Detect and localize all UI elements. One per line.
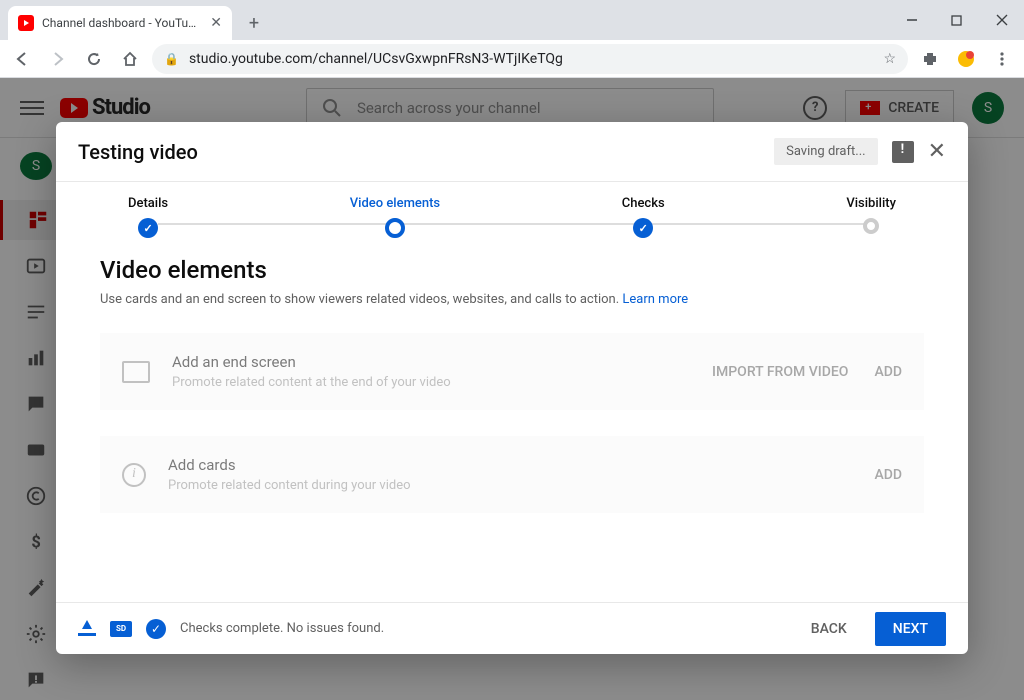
cards-title: Add cards [168, 456, 852, 474]
extensions-icon[interactable] [916, 45, 944, 73]
modal-close-button[interactable]: ✕ [928, 139, 946, 164]
nav-forward-button[interactable] [44, 45, 72, 73]
step-video-elements[interactable]: Video elements [350, 196, 440, 238]
upload-modal: Testing video Saving draft... ✕ Details … [56, 122, 968, 654]
nav-back-button[interactable] [8, 45, 36, 73]
step-details[interactable]: Details [128, 196, 168, 238]
section-heading: Video elements [100, 256, 924, 284]
browser-toolbar: 🔒 studio.youtube.com/channel/UCsvGxwpnFR… [0, 40, 1024, 78]
next-button[interactable]: NEXT [875, 612, 946, 646]
youtube-favicon-icon [18, 15, 34, 31]
modal-body: Video elements Use cards and an end scre… [56, 238, 968, 602]
new-tab-button[interactable]: + [240, 9, 268, 37]
window-maximize-button[interactable] [934, 0, 979, 40]
section-subtext: Use cards and an end screen to show view… [100, 292, 924, 307]
import-from-video-button[interactable]: IMPORT FROM VIDEO [712, 364, 848, 380]
feedback-icon[interactable] [892, 141, 914, 163]
step-checks-indicator-icon [633, 218, 653, 238]
end-screen-sub: Promote related content at the end of yo… [172, 375, 690, 390]
end-screen-card: Add an end screen Promote related conten… [100, 333, 924, 410]
stepper-track [158, 223, 866, 225]
modal-footer: SD ✓ Checks complete. No issues found. B… [56, 602, 968, 654]
step-video-elements-indicator-icon [385, 218, 405, 238]
saving-status: Saving draft... [774, 138, 877, 165]
step-details-indicator-icon [138, 218, 158, 238]
checks-status-icon: ✓ [146, 619, 166, 639]
info-icon [122, 463, 146, 487]
step-visibility[interactable]: Visibility [846, 196, 896, 234]
end-screen-title: Add an end screen [172, 353, 690, 371]
end-screen-add-button[interactable]: ADD [874, 364, 902, 380]
modal-title: Testing video [78, 140, 198, 164]
step-checks[interactable]: Checks [622, 196, 665, 238]
step-video-elements-label: Video elements [350, 196, 440, 211]
step-visibility-label: Visibility [846, 196, 896, 211]
window-close-button[interactable] [979, 0, 1024, 40]
hd-status-icon: SD [110, 621, 132, 637]
footer-status-text: Checks complete. No issues found. [180, 621, 384, 636]
cards-sub: Promote related content during your vide… [168, 478, 852, 493]
end-screen-icon [122, 361, 150, 383]
bookmark-star-icon[interactable]: ☆ [883, 51, 896, 67]
url-text: studio.youtube.com/channel/UCsvGxwpnFRsN… [189, 51, 563, 67]
step-details-label: Details [128, 196, 168, 211]
extension-badge-icon[interactable] [952, 45, 980, 73]
tab-close-icon[interactable]: ✕ [210, 15, 222, 31]
browser-menu-icon[interactable] [988, 45, 1016, 73]
browser-tab[interactable]: Channel dashboard - YouTube St ✕ [8, 6, 232, 40]
cards-card: Add cards Promote related content during… [100, 436, 924, 513]
step-checks-label: Checks [622, 196, 665, 211]
window-minimize-button[interactable] [889, 0, 934, 40]
tab-title: Channel dashboard - YouTube St [42, 16, 202, 30]
cards-add-button[interactable]: ADD [874, 467, 902, 483]
step-visibility-indicator-icon [863, 218, 879, 234]
back-button[interactable]: BACK [797, 613, 861, 645]
window-controls [889, 0, 1024, 40]
address-bar[interactable]: 🔒 studio.youtube.com/channel/UCsvGxwpnFR… [152, 44, 908, 74]
lock-icon: 🔒 [164, 52, 179, 66]
modal-header: Testing video Saving draft... ✕ [56, 122, 968, 182]
nav-home-button[interactable] [116, 45, 144, 73]
browser-tab-strip: Channel dashboard - YouTube St ✕ + [0, 0, 1024, 40]
stepper: Details Video elements Checks Visibility [56, 182, 968, 238]
learn-more-link[interactable]: Learn more [622, 292, 688, 307]
upload-status-icon [78, 622, 96, 636]
nav-reload-button[interactable] [80, 45, 108, 73]
